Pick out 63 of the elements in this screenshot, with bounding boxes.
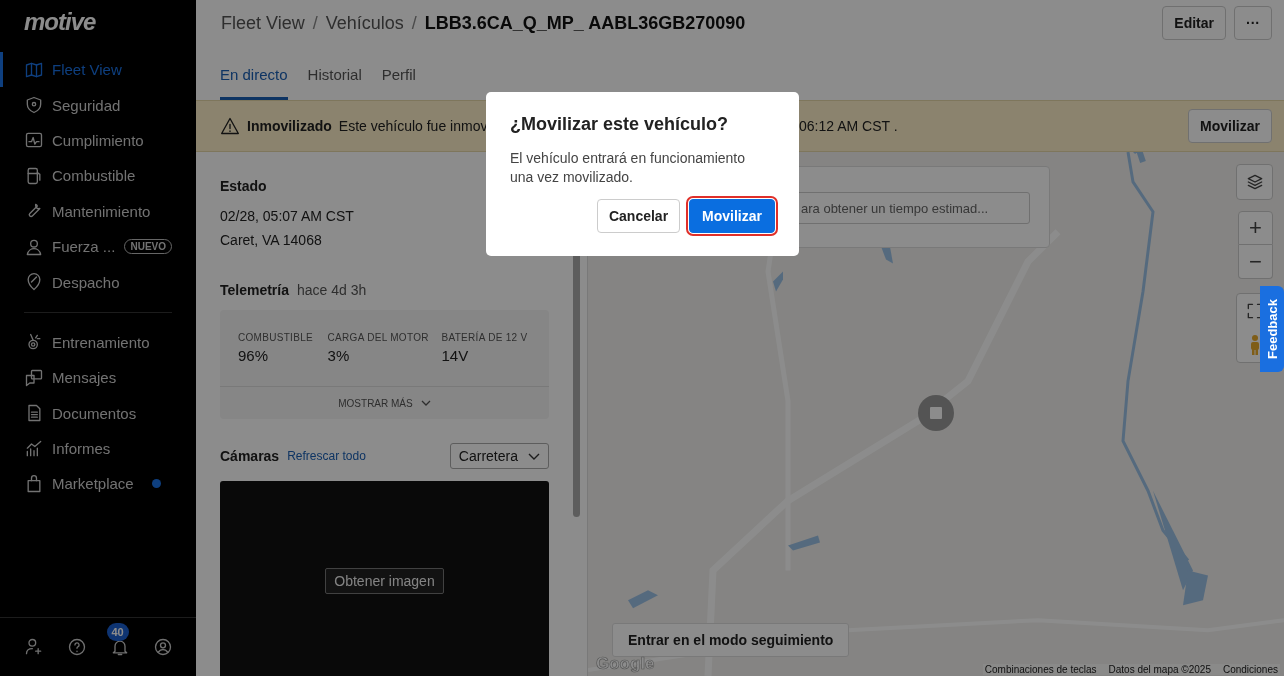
section-heading: Cámaras xyxy=(220,448,280,464)
cancel-button[interactable]: Cancelar xyxy=(596,199,681,233)
map-attribution-link[interactable]: Datos del mapa ©2025 xyxy=(1108,664,1211,675)
user-settings-icon xyxy=(23,637,44,657)
sidebar-item[interactable]: Mantenimiento xyxy=(0,193,196,229)
logo[interactable]: motive xyxy=(0,0,196,52)
map-attribution-link[interactable]: Condiciones xyxy=(1222,664,1278,675)
timestamp: 02/28, 05:07 AM CST xyxy=(220,208,355,224)
page-title: LBB3.6CA_Q_MP_ AABL36GB270090 xyxy=(424,12,746,34)
sidebar-item[interactable]: Informes xyxy=(0,430,196,467)
sidebar-item[interactable]: Despacho xyxy=(0,264,196,300)
sidebar-item[interactable]: Marketplace xyxy=(0,466,196,502)
sidebar-item[interactable]: Combustible xyxy=(0,158,196,194)
show-more-button[interactable]: MOSTRAR MÁS xyxy=(220,387,549,419)
metric-value: 3% xyxy=(327,347,351,364)
mobilize-button[interactable]: Movilizar xyxy=(1188,109,1272,143)
notification-count: 40 xyxy=(106,623,129,641)
map-attribution-link[interactable]: Combinaciones de teclas xyxy=(984,664,1097,675)
confirm-button[interactable]: Movilizar xyxy=(689,199,775,233)
breadcrumb-link[interactable]: Vehículos xyxy=(325,12,404,34)
section-heading: Telemetría xyxy=(220,282,289,298)
telemetry-age: hace 4d 3h xyxy=(297,282,367,298)
tab[interactable]: Historial xyxy=(307,66,362,100)
banner-title: Inmovilizado xyxy=(247,118,332,134)
sidebar-item[interactable]: Mensajes xyxy=(0,360,196,396)
warning-icon xyxy=(220,116,240,136)
chevron-down-icon xyxy=(528,452,540,460)
capture-button[interactable]: Obtener imagen xyxy=(325,568,444,594)
sidebar-item[interactable]: Cumplimiento xyxy=(0,122,196,159)
metric-label: BATERÍA DE 12 V xyxy=(441,332,529,343)
follow-mode-button[interactable]: Entrar en el modo seguimiento xyxy=(612,623,850,657)
zoom-in-button[interactable]: + xyxy=(1238,211,1273,245)
help-icon xyxy=(66,637,87,657)
chat-icon xyxy=(24,367,44,388)
dialog-text: El vehículo entrará en funcionamiento una vez movilizado. xyxy=(510,149,747,187)
feedback-tab[interactable]: Feedback xyxy=(1260,286,1284,372)
layers-button[interactable] xyxy=(1236,164,1273,200)
zoom-out-button[interactable]: − xyxy=(1238,245,1273,279)
banner-text: 06:12 AM CST . xyxy=(799,118,899,134)
edit-button[interactable]: Editar xyxy=(1162,6,1226,40)
chevron-down-icon xyxy=(420,400,431,406)
metric-value: 96% xyxy=(238,347,270,364)
refresh-link[interactable]: Refrescar todo xyxy=(287,449,366,463)
vehicle-marker[interactable] xyxy=(918,395,954,431)
more-button[interactable]: ··· xyxy=(1234,6,1272,40)
breadcrumb-separator: / xyxy=(411,12,417,34)
metric-value: 14V xyxy=(441,347,470,364)
tab[interactable]: Perfil xyxy=(381,66,416,100)
dialog-title: ¿Movilizar este vehículo? xyxy=(510,114,730,135)
location-text: Caret, VA 14068 xyxy=(220,232,323,248)
breadcrumb-link[interactable]: Fleet View xyxy=(221,12,305,34)
breadcrumb-separator: / xyxy=(312,12,318,34)
metric-label: COMBUSTIBLE xyxy=(238,332,314,343)
shield-icon xyxy=(24,95,44,116)
sidebar-item[interactable]: Entrenamiento xyxy=(0,324,196,361)
sidebar-item[interactable]: Fuerza ... NUEVO xyxy=(0,228,196,265)
sidebar-item[interactable]: Seguridad xyxy=(0,87,196,123)
chart-icon xyxy=(24,438,44,459)
sidebar-item[interactable]: Documentos xyxy=(0,395,196,431)
camera-select[interactable]: Carretera xyxy=(449,443,549,469)
pegman-icon xyxy=(1248,334,1261,356)
metric-label: CARGA DEL MOTOR xyxy=(327,332,430,343)
account-icon xyxy=(152,637,173,657)
